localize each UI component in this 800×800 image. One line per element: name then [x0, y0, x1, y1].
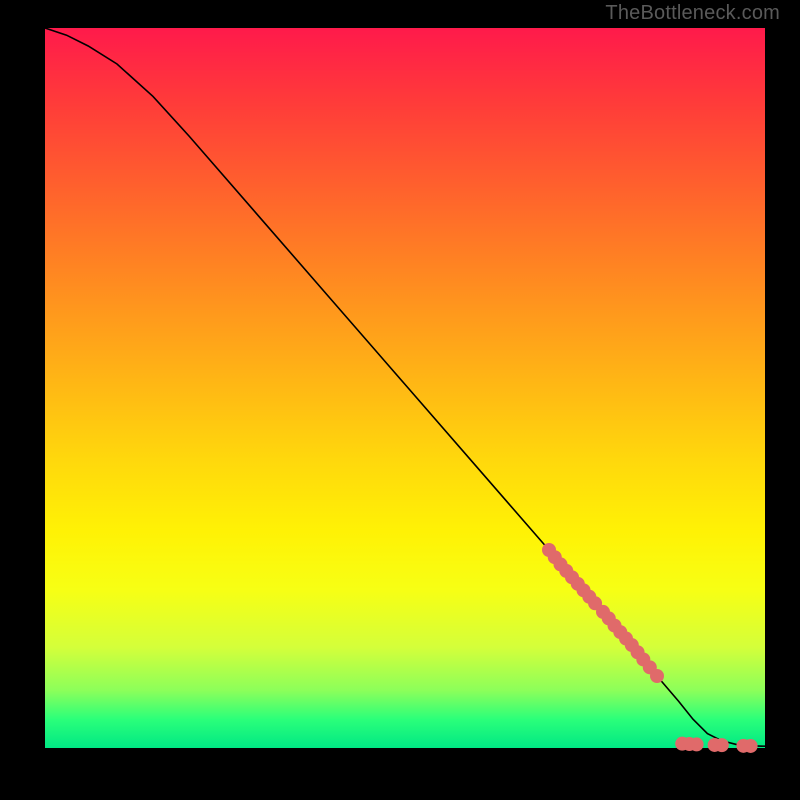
- data-marker: [715, 738, 729, 752]
- data-marker: [690, 737, 704, 751]
- baseline-curve: [45, 28, 765, 746]
- plot-area: [45, 28, 765, 748]
- curve-layer: [45, 28, 765, 748]
- attribution-text: TheBottleneck.com: [605, 2, 780, 25]
- data-marker: [650, 669, 664, 683]
- chart-frame: TheBottleneck.com: [0, 0, 800, 800]
- data-marker: [744, 739, 758, 753]
- marker-group: [542, 543, 758, 753]
